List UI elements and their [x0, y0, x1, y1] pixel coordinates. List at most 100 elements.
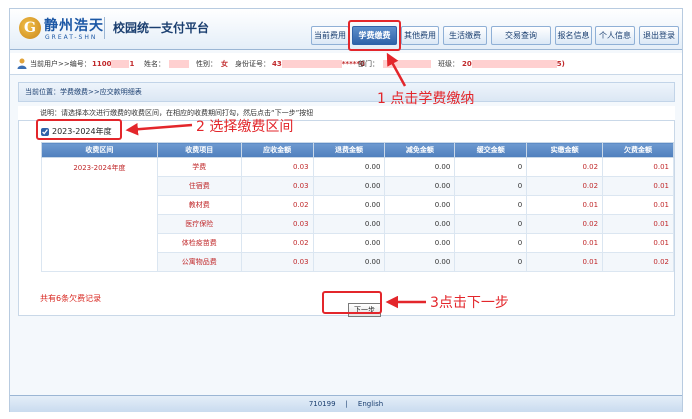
paid-amount: 0.02	[526, 157, 604, 177]
id-head: 43	[272, 60, 282, 68]
header: G 静州浩天 GREAT-SHN 校园统一支付平台 当前费用 学费缴费 其他费用…	[10, 9, 682, 50]
nav-transaction-query[interactable]: 交易查询	[491, 26, 551, 45]
redaction	[111, 60, 130, 68]
waiver-amount: 0.00	[384, 157, 456, 177]
annotation-step3: 3点击下一步	[430, 295, 509, 311]
language-link[interactable]: English	[358, 400, 383, 408]
owed-amount: 0.01	[602, 214, 674, 234]
footer-separator: |	[345, 400, 348, 408]
column-header: 缓交金额	[454, 142, 528, 158]
fee-table: 收费区间 收费项目 应收金额 退费金额 减免金额 缓交金额 实缴金额 欠费金额 …	[41, 142, 674, 272]
breadcrumb: 当前位置：学费缴费>>应交款明细表	[18, 82, 675, 102]
owed-amount: 0.02	[602, 252, 674, 272]
logo-divider	[104, 17, 105, 39]
owed-amount: 0.01	[602, 195, 674, 215]
owed-amount: 0.01	[602, 157, 674, 177]
amount-due: 0.02	[240, 195, 314, 215]
column-header: 应收金额	[240, 142, 314, 158]
column-header: 收费项目	[156, 142, 242, 158]
id-label: 身份证号：	[235, 60, 270, 68]
name-label: 姓名：	[144, 60, 165, 68]
user-number: 1100 1	[92, 53, 134, 75]
fee-item: 医疗保险	[156, 214, 242, 234]
annotation-step2: 2 选择缴费区间	[196, 119, 294, 135]
user-number-tail: 1	[129, 60, 135, 68]
highlight-tuition-tab	[348, 20, 401, 51]
redaction	[169, 60, 189, 68]
nav-other-fees[interactable]: 其他费用	[401, 26, 439, 45]
term-cell: 2023-2024年度	[41, 157, 158, 272]
amount-due: 0.02	[240, 233, 314, 253]
nav-logout[interactable]: 退出登录	[639, 26, 679, 45]
redaction	[383, 60, 431, 68]
refund-amount: 0.00	[312, 195, 386, 215]
refund-amount: 0.00	[312, 252, 386, 272]
nav-personal-info[interactable]: 个人信息	[595, 26, 635, 45]
highlight-term-checkbox	[36, 119, 122, 140]
redaction	[471, 60, 557, 68]
deferred-amount: 0	[454, 195, 528, 215]
redaction	[281, 60, 342, 68]
annotation-step1: 1 点击学费缴纳	[377, 91, 475, 107]
system-title: 校园统一支付平台	[113, 21, 210, 35]
waiver-amount: 0.00	[384, 233, 456, 253]
owed-records-summary: 共有6条欠费记录	[40, 294, 102, 303]
amount-due: 0.03	[240, 176, 314, 196]
highlight-next-button	[322, 291, 382, 314]
fee-item: 体检疫苗费	[156, 233, 242, 253]
deferred-amount: 0	[454, 157, 528, 177]
deferred-amount: 0	[454, 233, 528, 253]
refund-amount: 0.00	[312, 233, 386, 253]
waiver-amount: 0.00	[384, 252, 456, 272]
user-info-bar: 当前用户>>编号： 1100 1 姓名： 性别： 女 身份证号： 43 *****0…	[10, 53, 682, 75]
refund-amount: 0.00	[312, 157, 386, 177]
column-header: 收费区间	[41, 142, 158, 158]
table-header-row: 收费区间 收费项目 应收金额 退费金额 减免金额 缓交金额 实缴金额 欠费金额	[41, 142, 674, 158]
fee-item: 住宿费	[156, 176, 242, 196]
paid-amount: 0.01	[526, 195, 604, 215]
fee-item: 教材费	[156, 195, 242, 215]
nav-current-fees[interactable]: 当前费用	[311, 26, 349, 45]
refund-amount: 0.00	[312, 176, 386, 196]
paid-amount: 0.01	[526, 252, 604, 272]
waiver-amount: 0.00	[384, 195, 456, 215]
app-window: G 静州浩天 GREAT-SHN 校园统一支付平台 当前费用 学费缴费 其他费用…	[9, 8, 683, 412]
paid-amount: 0.01	[526, 233, 604, 253]
amount-due: 0.03	[240, 252, 314, 272]
instruction-text: 说明：请选择本次进行缴费的收费区间，在相应的收费期间打勾，然后点击“下一步”按钮	[18, 106, 675, 120]
owed-amount: 0.01	[602, 233, 674, 253]
name-value	[169, 53, 189, 75]
nav-living-payment[interactable]: 生活缴费	[443, 26, 487, 45]
gender-label: 性别：	[196, 60, 217, 68]
amount-due: 0.03	[240, 214, 314, 234]
dept-value	[383, 53, 431, 75]
deferred-amount: 0	[454, 252, 528, 272]
class-value: 20 5)	[462, 53, 565, 75]
paid-amount: 0.02	[526, 214, 604, 234]
deferred-amount: 0	[454, 176, 528, 196]
waiver-amount: 0.00	[384, 176, 456, 196]
refund-amount: 0.00	[312, 214, 386, 234]
waiver-amount: 0.00	[384, 214, 456, 234]
footer: 710199 | English	[10, 395, 682, 412]
fee-panel: 2023-2024年度 收费区间 收费项目 应收金额 退费金额 减免金额 缓交金…	[18, 120, 675, 316]
column-header: 实缴金额	[526, 142, 604, 158]
nav-registration-info[interactable]: 报名信息	[555, 26, 592, 45]
class-tail: 5)	[556, 60, 565, 68]
column-header: 退费金额	[312, 142, 386, 158]
column-header: 欠费金额	[602, 142, 674, 158]
amount-due: 0.03	[240, 157, 314, 177]
owed-amount: 0.01	[602, 176, 674, 196]
user-number-head: 1100	[92, 60, 112, 68]
logo-text: 静州浩天	[44, 18, 104, 34]
column-header: 减免金额	[384, 142, 456, 158]
id-value: 43 *****0	[272, 53, 365, 75]
paid-amount: 0.02	[526, 176, 604, 196]
class-head: 20	[462, 60, 472, 68]
deferred-amount: 0	[454, 214, 528, 234]
user-icon	[17, 58, 27, 69]
current-user-label: 当前用户>>编号：	[30, 60, 91, 68]
footer-code: 710199	[308, 400, 336, 408]
table-row: 2023-2024年度 学费 0.03 0.00 0.00 0 0.02 0.0…	[41, 157, 674, 272]
fee-item: 公寓物品费	[156, 252, 242, 272]
